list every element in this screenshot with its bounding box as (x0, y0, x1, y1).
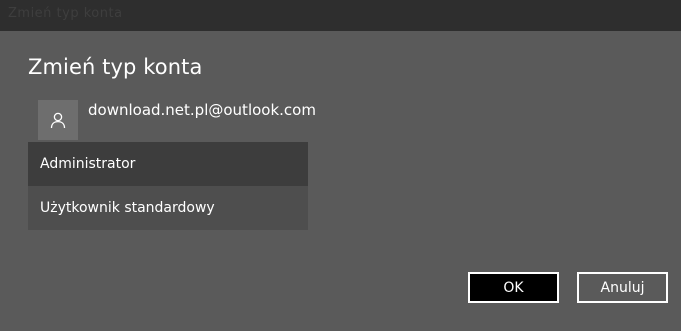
account-avatar (38, 100, 78, 140)
dialog-title: Zmień typ konta (28, 55, 203, 79)
account-type-option-administrator[interactable]: Administrator (28, 142, 308, 186)
account-email: download.net.pl@outlook.com (88, 101, 316, 119)
person-icon (50, 112, 66, 129)
account-type-label: Użytkownik standardowy (40, 200, 215, 216)
background-window-titlebar: Zmień typ konta (0, 0, 681, 31)
account-type-label: Administrator (40, 156, 136, 172)
background-window-title: Zmień typ konta (8, 6, 123, 21)
ok-button[interactable]: OK (468, 272, 559, 303)
account-type-option-standard[interactable]: Użytkownik standardowy (28, 186, 308, 230)
cancel-button[interactable]: Anuluj (577, 272, 668, 303)
change-account-type-dialog: Zmień typ konta download.net.pl@outlook.… (0, 31, 681, 331)
account-type-list: Administrator Użytkownik standardowy (28, 142, 308, 230)
